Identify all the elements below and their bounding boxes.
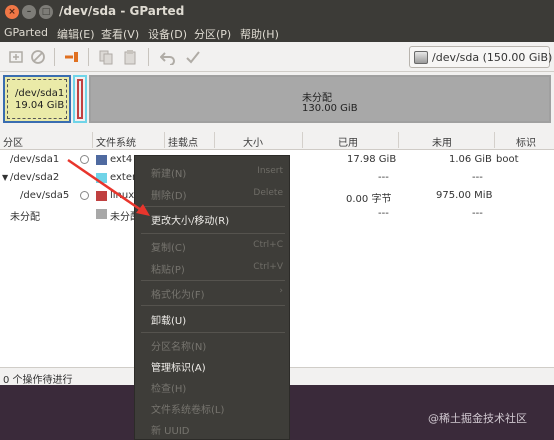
menu-resize-move[interactable]: 更改大小/移动(R): [151, 212, 229, 227]
disk-map-sda5[interactable]: [77, 79, 83, 119]
menu-delete-accel: Delete: [253, 188, 283, 198]
menu-new-uuid[interactable]: 新 UUID: [151, 422, 189, 437]
disk-map-sda1[interactable]: /dev/sda1 19.04 GiB: [3, 75, 71, 123]
row-flags: boot: [496, 154, 519, 165]
disk-map-unallocated-size: 130.00 GiB: [302, 103, 358, 114]
toolbar-separator: [88, 48, 89, 66]
minimize-window-button[interactable]: –: [22, 5, 36, 19]
menu-format-as[interactable]: 格式化为(F): [151, 286, 205, 301]
close-window-button[interactable]: ×: [5, 5, 19, 19]
menu-help[interactable]: 帮助(H): [240, 26, 279, 42]
disk-map-sda1-name: /dev/sda1: [15, 88, 65, 99]
apply-icon[interactable]: [185, 49, 201, 65]
toolbar: /dev/sda (150.00 GiB): [0, 42, 554, 72]
row-unused: 975.00 MiB: [436, 190, 493, 201]
disk-map: /dev/sda1 19.04 GiB 未分配 130.00 GiB: [0, 73, 554, 127]
delete-partition-icon[interactable]: [30, 49, 46, 65]
menu-gparted[interactable]: GParted: [4, 26, 48, 39]
pending-operations-status: 0 个操作待进行: [3, 375, 73, 385]
device-selector[interactable]: /dev/sda (150.00 GiB): [409, 46, 553, 68]
disk-map-sda1-size: 19.04 GiB: [15, 100, 65, 111]
copy-icon[interactable]: [98, 49, 114, 65]
menu-separator: [141, 332, 285, 333]
row-used: 17.98 GiB: [347, 154, 397, 165]
row-unused: 1.06 GiB: [449, 154, 492, 165]
filesystem-color-swatch: [96, 155, 107, 165]
table-header: 分区 文件系统 挂载点 大小 已用 未用 标识: [0, 130, 554, 150]
menu-bar: GParted 编辑(E) 查看(V) 设备(D) 分区(P) 帮助(H): [0, 24, 554, 42]
row-partition: /dev/sda2: [10, 172, 60, 183]
title-bar: × – □ /dev/sda - GParted: [0, 0, 554, 24]
maximize-window-button[interactable]: □: [39, 5, 53, 19]
menu-separator: [141, 280, 285, 281]
header-filesystem[interactable]: 文件系统: [96, 134, 136, 149]
menu-new-accel: Insert: [257, 166, 283, 176]
paste-icon[interactable]: [122, 49, 138, 65]
key-icon: [80, 155, 89, 164]
header-flags[interactable]: 标识: [516, 134, 536, 149]
menu-view[interactable]: 查看(V): [101, 26, 139, 42]
menu-fs-label[interactable]: 文件系统卷标(L): [151, 401, 224, 416]
hard-disk-icon: [414, 51, 428, 64]
menu-partition-name[interactable]: 分区名称(N): [151, 338, 206, 353]
row-partition: 未分配: [10, 212, 40, 223]
menu-paste-accel: Ctrl+V: [253, 262, 283, 272]
row-partition: /dev/sda1: [10, 154, 60, 165]
menu-manage-flags[interactable]: 管理标识(A): [151, 359, 206, 374]
menu-separator: [141, 233, 285, 234]
header-used[interactable]: 已用: [338, 134, 358, 149]
row-unused: ---: [472, 208, 483, 219]
disk-map-unallocated-name: 未分配: [302, 93, 332, 104]
header-mountpoint[interactable]: 挂载点: [168, 134, 198, 149]
menu-separator: [141, 305, 285, 306]
window-title: /dev/sda - GParted: [59, 4, 185, 18]
menu-edit[interactable]: 编辑(E): [57, 26, 95, 42]
device-selector-label: /dev/sda (150.00 GiB): [432, 51, 553, 64]
menu-separator: [141, 206, 285, 207]
partition-context-menu: 新建(N) Insert 删除(D) Delete 更改大小/移动(R) 复制(…: [134, 155, 290, 440]
watermark: @稀土掘金技术社区: [428, 412, 527, 425]
expander-arrow-icon[interactable]: ▼: [2, 173, 8, 182]
menu-delete[interactable]: 删除(D): [151, 187, 187, 202]
header-partition[interactable]: 分区: [3, 134, 23, 149]
submenu-arrow-icon: ›: [279, 286, 283, 296]
filesystem-color-swatch: [96, 209, 107, 219]
row-used: 0.00 字节: [346, 194, 392, 205]
row-unused: ---: [472, 172, 483, 183]
disk-map-extended[interactable]: [73, 75, 87, 123]
row-used: ---: [378, 208, 389, 219]
menu-paste[interactable]: 粘贴(P): [151, 261, 185, 276]
new-partition-icon[interactable]: [8, 49, 24, 65]
menu-copy-accel: Ctrl+C: [253, 240, 283, 250]
row-filesystem: ext4: [110, 154, 133, 165]
menu-partition[interactable]: 分区(P): [194, 26, 231, 42]
menu-check[interactable]: 检查(H): [151, 380, 186, 395]
row-used: ---: [378, 172, 389, 183]
disk-map-unallocated[interactable]: 未分配 130.00 GiB: [89, 75, 551, 123]
key-icon: [80, 191, 89, 200]
menu-device[interactable]: 设备(D): [148, 26, 187, 42]
filesystem-color-swatch: [96, 173, 107, 183]
undo-icon[interactable]: [160, 49, 176, 65]
header-unused[interactable]: 未用: [432, 134, 452, 149]
menu-copy[interactable]: 复制(C): [151, 239, 186, 254]
row-partition: /dev/sda5: [20, 190, 70, 201]
toolbar-separator: [148, 48, 149, 66]
toolbar-separator: [54, 48, 55, 66]
menu-new[interactable]: 新建(N): [151, 165, 186, 180]
header-size[interactable]: 大小: [243, 134, 263, 149]
menu-unmount[interactable]: 卸载(U): [151, 312, 186, 327]
resize-move-icon[interactable]: [64, 49, 80, 65]
filesystem-color-swatch: [96, 191, 107, 201]
